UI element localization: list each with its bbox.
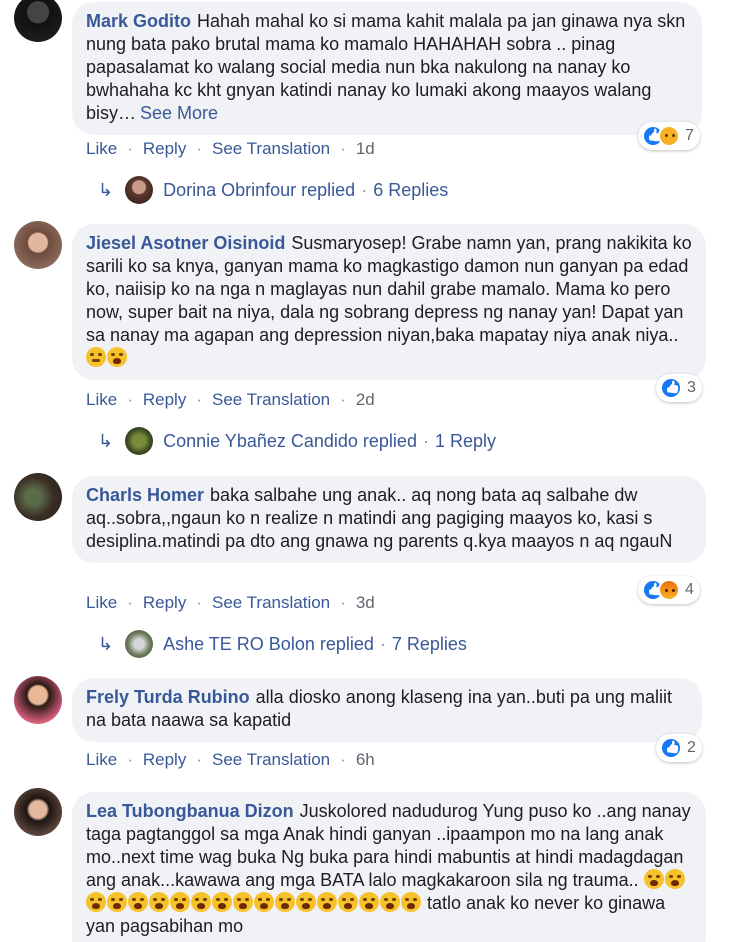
replier-name: Ashe TE RO Bolon replied [163,633,374,654]
reply-link[interactable]: Reply [143,139,186,158]
replies-link[interactable]: ↳ Ashe TE RO Bolon replied · 7 Replies [98,630,467,658]
see-translation-link[interactable]: See Translation [212,139,330,158]
avatar[interactable] [14,676,62,724]
avatar[interactable] [14,473,62,521]
avatar [125,427,154,455]
reply-link[interactable]: Reply [143,390,186,409]
comment-author[interactable]: Mark Godito [86,11,191,31]
reaction-summary[interactable]: 3 [656,374,702,402]
reaction-count: 2 [687,739,696,756]
like-reaction-icon [660,737,682,759]
timestamp[interactable]: 6h [356,750,375,769]
avatar[interactable] [14,221,62,269]
comment-author[interactable]: Charls Homer [86,485,204,505]
reply-arrow-icon: ↳ [98,430,114,451]
angry-reaction-icon [658,579,680,601]
crying-emoji-icon [643,869,664,889]
reaction-summary[interactable]: 2 [656,734,702,762]
avatar[interactable] [14,0,62,42]
reply-arrow-icon: ↳ [98,179,114,200]
crying-emoji-icon [107,347,127,367]
crying-emoji-icon [317,892,337,912]
comment-actions: Like · Reply · See Translation · 2d [86,390,375,409]
reaction-count: 3 [687,379,696,396]
crying-emoji-icon [107,892,127,912]
replies-count: 1 Reply [434,430,496,451]
timestamp[interactable]: 2d [356,390,375,409]
avatar [125,176,154,204]
crying-emoji-icon [296,892,316,912]
crying-emoji-icon [664,869,685,889]
avatar[interactable] [14,788,62,836]
replies-link[interactable]: ↳ Connie Ybañez Candido replied · 1 Reply [98,427,496,455]
sad-reaction-icon [658,125,680,147]
replies-count: 7 Replies [391,633,467,654]
like-reaction-icon [660,377,682,399]
see-translation-link[interactable]: See Translation [212,390,330,409]
comment-bubble: Jiesel Asotner Oisinoid Susmaryosep! Grab… [72,224,706,380]
timestamp[interactable]: 1d [356,139,375,158]
comment-actions: Like · Reply · See Translation · 3d [86,593,375,612]
crying-emoji-icon [170,892,190,912]
timestamp[interactable]: 3d [356,593,375,612]
comment-bubble: Charls Homer baka salbahe ung anak.. aq n… [72,476,706,563]
crying-emoji-icon [212,892,232,912]
replies-count: 6 Replies [373,179,449,200]
reply-link[interactable]: Reply [143,750,186,769]
comment-actions: Like · Reply · See Translation · 1d [86,139,375,158]
comment-bubble: Lea Tubongbanua Dizon Juskolored naduduro… [72,792,706,942]
crying-emoji-icon [128,892,148,912]
crying-emoji-icon [338,892,358,912]
like-link[interactable]: Like [86,139,117,158]
crying-emoji-icon [233,892,253,912]
reaction-count: 4 [685,581,694,598]
like-link[interactable]: Like [86,390,117,409]
crying-emoji-icon [401,892,421,912]
crying-emoji-icon [86,892,106,912]
avatar [125,630,154,658]
crying-emoji-icon [254,892,274,912]
comment-author[interactable]: Jiesel Asotner Oisinoid [86,233,285,253]
reply-arrow-icon: ↳ [98,633,114,654]
replier-name: Dorina Obrinfour replied [163,179,356,200]
reaction-summary[interactable]: 7 [638,122,700,150]
crying-emoji-icon [275,892,295,912]
comment-bubble: Mark Godito Hahah mahal ko si mama kahit … [72,2,702,135]
crying-emoji-icon [380,892,400,912]
comment-bubble: Frely Turda Rubino alla diosko anong klas… [72,678,702,742]
crying-emoji-icon [191,892,211,912]
like-link[interactable]: Like [86,593,117,612]
replier-name: Connie Ybañez Candido replied [163,430,417,451]
comment-author[interactable]: Lea Tubongbanua Dizon [86,801,294,821]
see-translation-link[interactable]: See Translation [212,593,330,612]
reaction-summary[interactable]: 4 [638,576,700,604]
crying-emoji-icon [359,892,379,912]
reply-link[interactable]: Reply [143,593,186,612]
see-more-link[interactable]: See More [140,103,218,123]
grimace-emoji-icon [86,347,106,367]
comment-author[interactable]: Frely Turda Rubino [86,687,250,707]
like-link[interactable]: Like [86,750,117,769]
crying-emoji-icon [149,892,169,912]
reaction-count: 7 [685,127,694,144]
comment-actions: Like · Reply · See Translation · 6h [86,750,375,769]
replies-link[interactable]: ↳ Dorina Obrinfour replied · 6 Replies [98,176,448,204]
see-translation-link[interactable]: See Translation [212,750,330,769]
